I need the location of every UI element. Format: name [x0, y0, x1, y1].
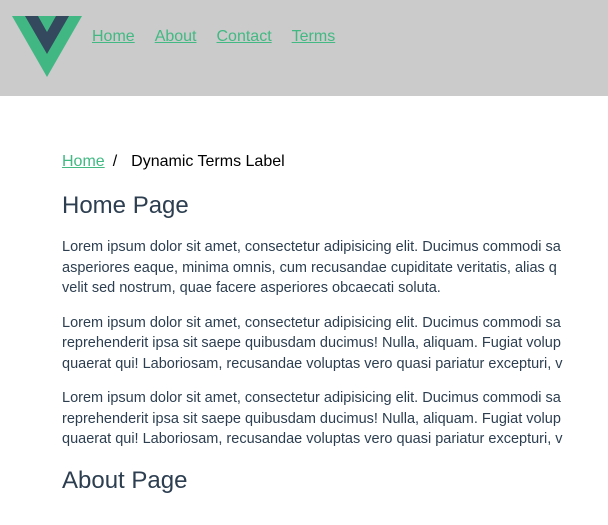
breadcrumb-separator: /	[112, 153, 118, 170]
vue-logo-icon[interactable]	[12, 16, 82, 77]
paragraph-line: reprehenderit ipsa sit saepe quibusdam d…	[62, 410, 561, 427]
paragraph-line: Lorem ipsum dolor sit amet, consectetur …	[62, 239, 561, 255]
paragraph-line: Lorem ipsum dolor sit amet, consectetur …	[62, 390, 561, 406]
paragraph-2: Lorem ipsum dolor sit amet, consectetur …	[62, 313, 608, 375]
paragraph-line: asperiores eaque, minima omnis, cum recu…	[62, 259, 557, 276]
home-page-title: Home Page	[62, 192, 189, 219]
paragraph-line: velit sed nostrum, quae facere asperiore…	[62, 280, 441, 296]
nav-link-terms[interactable]: Terms	[292, 28, 336, 45]
breadcrumb-current: Dynamic Terms Label	[131, 153, 285, 170]
paragraph-1: Lorem ipsum dolor sit amet, consectetur …	[62, 237, 608, 299]
site-header: Home About Contact Terms	[0, 0, 608, 96]
paragraph-line: quaerat qui! Laboriosam, recusandae volu…	[62, 431, 563, 447]
breadcrumb: Home / Dynamic Terms Label	[62, 152, 608, 174]
paragraph-line: reprehenderit ipsa sit saepe quibusdam d…	[62, 335, 561, 351]
nav-link-contact[interactable]: Contact	[217, 28, 272, 45]
paragraph-line: quaerat qui! Laboriosam, recusandae volu…	[62, 355, 563, 372]
breadcrumb-home-link[interactable]: Home	[62, 153, 105, 170]
about-page-title: About Page	[62, 466, 188, 494]
paragraph-line: Lorem ipsum dolor sit amet, consectetur …	[62, 314, 561, 331]
main-nav: Home About Contact Terms	[92, 28, 355, 46]
nav-link-home[interactable]: Home	[92, 28, 135, 45]
nav-link-about[interactable]: About	[155, 28, 197, 45]
paragraph-3: Lorem ipsum dolor sit amet, consectetur …	[62, 388, 608, 450]
main-content: Home / Dynamic Terms Label Home Page Lorem…	[62, 152, 608, 512]
